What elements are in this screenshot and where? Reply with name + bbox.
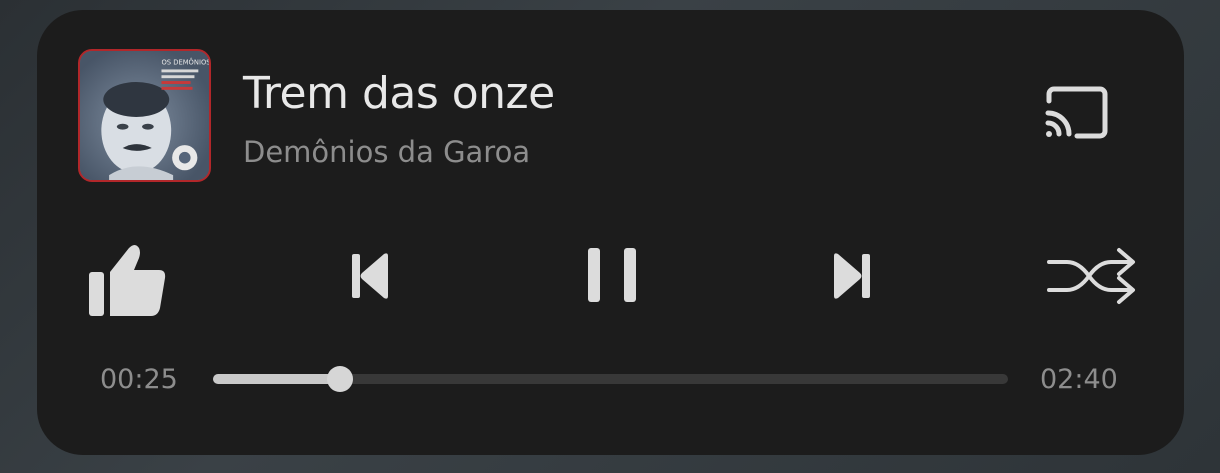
cast-icon xyxy=(1045,86,1108,139)
cast-button[interactable] xyxy=(1043,85,1111,140)
track-artist[interactable]: Demônios da Garoa xyxy=(243,135,530,169)
next-button[interactable] xyxy=(832,252,872,300)
total-time: 02:40 xyxy=(1040,364,1118,395)
album-art[interactable]: OS DEMÔNIOS DA GAROA xyxy=(78,49,211,182)
album-cover-text: OS DEMÔNIOS DA GAROA xyxy=(161,58,209,67)
media-player-card: OS DEMÔNIOS DA GAROA Trem das onze Demôn… xyxy=(37,10,1184,455)
progress-knob[interactable] xyxy=(327,366,354,392)
like-button[interactable] xyxy=(87,242,167,318)
current-time: 00:25 xyxy=(100,364,178,395)
thumbs-up-icon xyxy=(89,245,166,316)
skip-previous-icon xyxy=(352,253,388,299)
progress-fill xyxy=(213,374,341,384)
track-title: Trem das onze xyxy=(243,68,555,119)
skip-next-icon xyxy=(834,253,870,299)
progress-bar[interactable] xyxy=(213,366,1008,392)
play-pause-button[interactable] xyxy=(586,246,638,304)
pause-icon xyxy=(588,248,636,302)
shuffle-button[interactable] xyxy=(1047,244,1137,308)
previous-button[interactable] xyxy=(350,252,390,300)
album-art-image: OS DEMÔNIOS DA GAROA xyxy=(80,51,209,180)
shuffle-icon xyxy=(1047,248,1135,304)
